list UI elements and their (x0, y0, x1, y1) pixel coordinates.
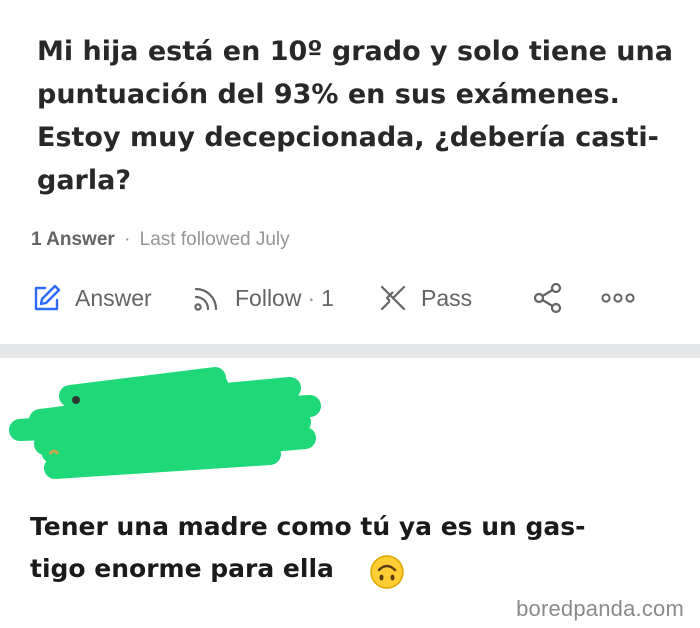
question-meta: 1 Answer · Last followed July (31, 229, 290, 251)
pass-cross-icon (377, 282, 409, 314)
meta-separator: · (124, 229, 131, 250)
more-dots-icon (599, 288, 639, 308)
card-divider (0, 344, 700, 358)
answer-count[interactable]: 1 Answer (31, 229, 115, 250)
edit-icon (31, 282, 63, 314)
follow-button-label: Follow (235, 284, 302, 311)
last-followed: Last followed July (139, 229, 290, 250)
upside-down-face-emoji (369, 554, 405, 590)
follow-button[interactable]: Follow · 1 (191, 278, 334, 318)
answer-button-label: Answer (75, 284, 152, 311)
more-options-button[interactable] (599, 278, 639, 318)
answer-button[interactable]: Answer (31, 278, 152, 318)
question-title[interactable]: Mi hija está en 10º grado y solo tiene u… (37, 30, 677, 202)
redaction-scribble (9, 367, 321, 479)
share-icon (531, 281, 565, 315)
answer-card: Tener una madre como tú ya es un gas- ti… (0, 358, 700, 628)
pass-button-label: Pass (421, 284, 473, 311)
follow-separator: · (307, 284, 316, 311)
question-card: Mi hija está en 10º grado y solo tiene u… (0, 0, 700, 344)
answer-text: Tener una madre como tú ya es un gas- ti… (30, 512, 586, 583)
pass-button[interactable]: Pass (377, 278, 472, 318)
follow-count: 1 (321, 284, 334, 311)
share-button[interactable] (531, 278, 565, 318)
watermark: boredpanda.com (516, 596, 684, 621)
rss-feed-icon (191, 282, 223, 314)
action-bar: Answer Follow · 1 Pass (31, 278, 671, 318)
